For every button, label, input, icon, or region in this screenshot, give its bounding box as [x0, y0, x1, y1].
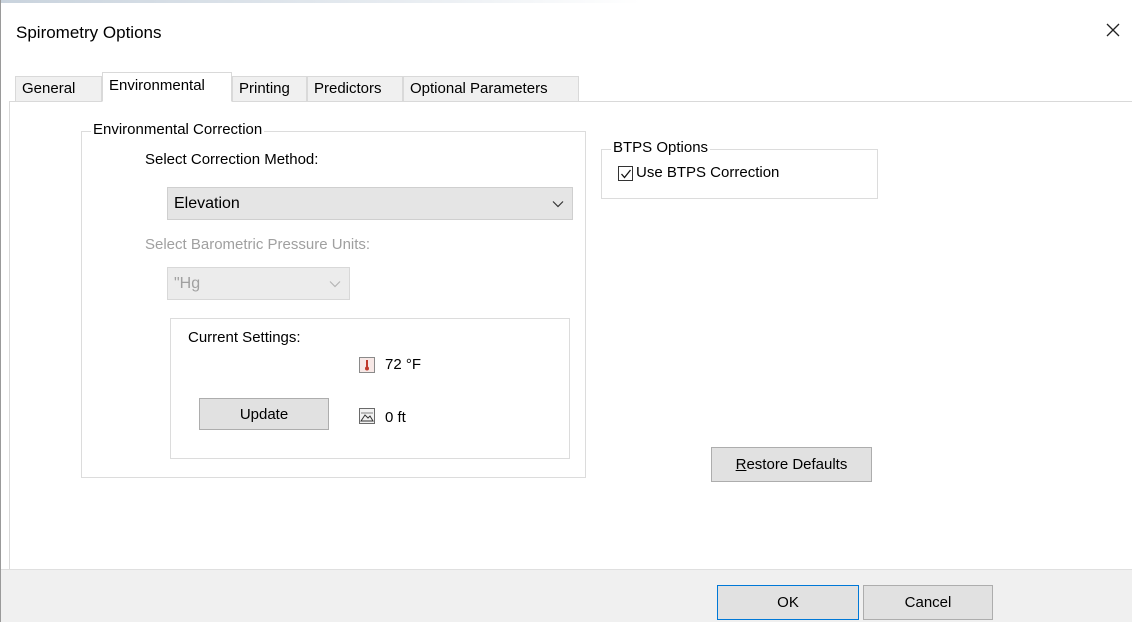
temperature-value: 72 °F [385, 356, 422, 373]
chevron-down-icon [329, 280, 341, 287]
spirometry-options-dialog: Spirometry Options General Environmental… [0, 0, 1132, 622]
tab-general[interactable]: General [15, 76, 102, 101]
tab-label: General [22, 80, 76, 97]
cancel-button[interactable]: Cancel [863, 585, 993, 620]
current-settings-label: Current Settings: [188, 329, 301, 346]
tab-label: Printing [239, 80, 290, 97]
close-icon [1106, 23, 1120, 37]
pressure-units-select[interactable]: "Hg [167, 267, 350, 300]
pressure-units-label: Select Barometric Pressure Units: [145, 236, 371, 253]
tab-predictors[interactable]: Predictors [307, 76, 403, 101]
elevation-value: 0 ft [385, 409, 406, 426]
btps-correction-checkbox[interactable] [618, 166, 633, 181]
restore-defaults-label: Restore Defaults [735, 456, 848, 473]
cancel-button-label: Cancel [904, 594, 952, 611]
btps-options-title: BTPS Options [611, 139, 711, 156]
environmental-correction-title: Environmental Correction [91, 121, 265, 138]
ok-button[interactable]: OK [717, 585, 859, 620]
ok-button-label: OK [777, 594, 799, 611]
window-top-edge [1, 0, 641, 3]
close-button[interactable] [1101, 18, 1125, 42]
mountain-icon [359, 408, 375, 424]
tab-optional-parameters[interactable]: Optional Parameters [403, 76, 579, 101]
tab-printing[interactable]: Printing [232, 76, 307, 101]
btps-correction-label: Use BTPS Correction [636, 164, 780, 181]
dialog-title: Spirometry Options [16, 23, 162, 42]
correction-method-select[interactable]: Elevation [167, 187, 573, 220]
correction-method-label: Select Correction Method: [145, 151, 319, 168]
restore-defaults-button[interactable]: Restore Defaults [711, 447, 872, 482]
update-button[interactable]: Update [199, 398, 329, 430]
thermometer-icon [359, 357, 375, 373]
checkmark-icon [621, 169, 632, 179]
tab-environmental[interactable]: Environmental [102, 72, 232, 102]
tab-label: Environmental [109, 77, 205, 94]
correction-method-value: Elevation [174, 194, 240, 212]
tab-label: Optional Parameters [410, 80, 548, 97]
pressure-units-value: "Hg [174, 274, 201, 292]
tab-panel-border-left [9, 101, 10, 569]
tab-label: Predictors [314, 80, 382, 97]
update-button-label: Update [239, 405, 289, 423]
chevron-down-icon [552, 200, 564, 207]
